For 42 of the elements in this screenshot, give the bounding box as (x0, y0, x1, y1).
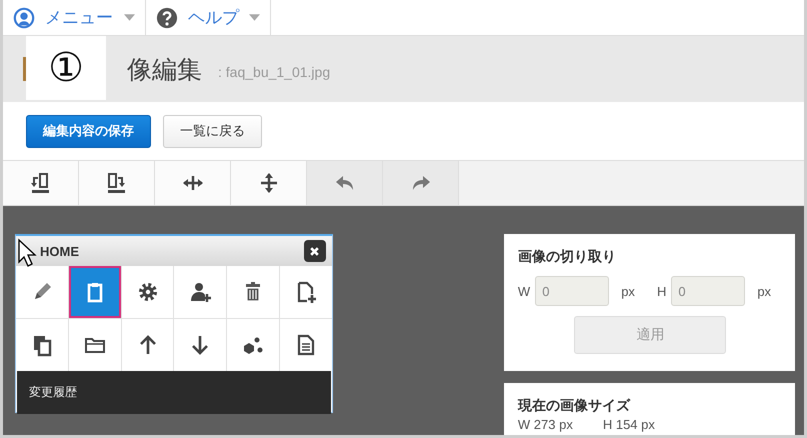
toolbar-button[interactable] (155, 161, 231, 205)
tool-button[interactable] (227, 266, 280, 318)
width-value: W 273 px (518, 417, 573, 432)
tool-button[interactable] (122, 319, 174, 371)
panel-title: HOME (40, 244, 79, 258)
menu-item[interactable]: メニュー (45, 6, 113, 29)
toolbar-button[interactable] (231, 161, 307, 205)
help-icon (156, 6, 178, 28)
tool-button[interactable] (122, 266, 174, 318)
caret-icon (124, 14, 135, 21)
unit-label: px (621, 284, 635, 298)
tool-button[interactable] (16, 319, 68, 371)
size-field[interactable]: 0 (671, 276, 746, 306)
tool-button[interactable] (174, 319, 226, 371)
back-button[interactable]: 一覧に戻る (163, 114, 262, 148)
field-label: H (656, 284, 666, 298)
tool-button[interactable] (68, 319, 121, 371)
unit-label: px (757, 284, 772, 298)
toolbar-button[interactable] (79, 161, 155, 205)
file-name: : faq_bu_1_01.jpg (218, 64, 330, 80)
tool-button[interactable] (68, 266, 121, 318)
mouse-cursor (17, 238, 37, 268)
panel-title: 画像の切り取り (518, 248, 617, 266)
toolbar-button[interactable] (3, 161, 79, 205)
caret-icon (249, 14, 260, 21)
tool-button[interactable] (174, 266, 226, 318)
tool-button[interactable] (280, 319, 332, 371)
close-icon (309, 246, 320, 256)
height-value: H 154 px (602, 417, 655, 432)
add-user-icon (188, 280, 212, 304)
tool-button[interactable] (227, 319, 280, 371)
close-button[interactable] (304, 240, 326, 262)
tool-button[interactable] (280, 266, 332, 318)
menu-item[interactable]: ヘルプ (188, 6, 239, 29)
panel-title: 現在の画像サイズ (518, 397, 632, 415)
field-label: W (518, 284, 530, 298)
step-number: ① (48, 48, 84, 88)
history-button[interactable]: 変更履歴 (17, 371, 331, 414)
size-field[interactable]: 0 (535, 276, 610, 306)
user-icon (13, 6, 35, 28)
page-title: 像編集 (127, 54, 202, 86)
save-button[interactable]: 編集内容の保存 (26, 114, 151, 148)
